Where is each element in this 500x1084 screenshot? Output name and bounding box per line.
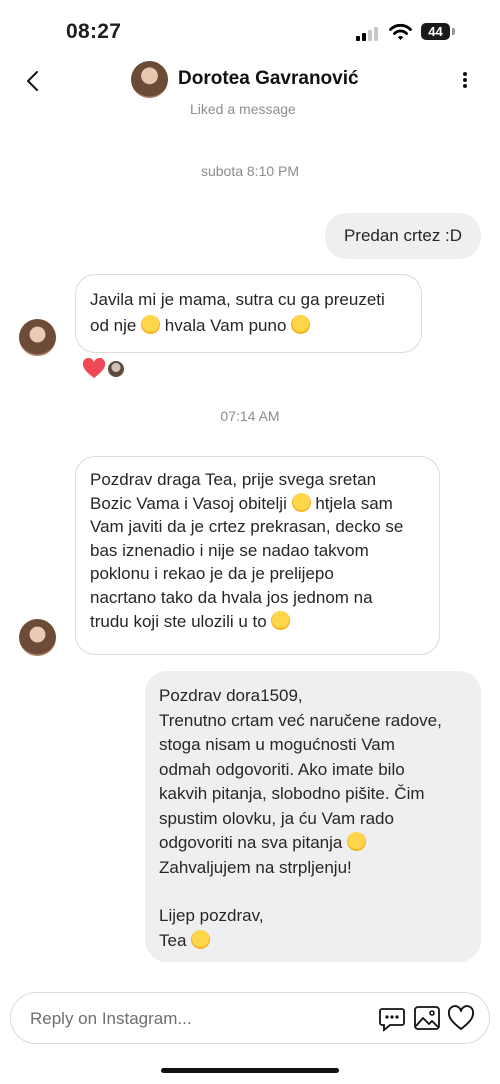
chat-bubble-icon[interactable] [378,1004,406,1032]
activity-subtitle: Liked a message [190,101,296,117]
smiling-face-with-hearts-emoji-icon [191,929,211,949]
message-line: Zahvaljujem na strpljenju! [159,857,352,877]
home-indicator [161,1068,339,1073]
message-line: hvala Vam puno [164,315,287,335]
contact-name[interactable]: Dorotea Gavranović [178,68,359,90]
more-options-icon[interactable] [455,68,475,92]
sender-avatar[interactable] [19,319,56,356]
message-line: kakvih pitanja, slobodno pišite. Čim [159,784,425,803]
message-line: Vam javiti da je crtez prekrasan, decko … [90,517,404,537]
incoming-message[interactable]: Pozdrav draga Tea, prije svega sretan Bo… [75,456,440,655]
message-line: stoga nisam u mogućnosti Vam [159,735,395,754]
message-line: odmah odgovoriti. Ako imate bilo [159,759,405,779]
status-time: 08:27 [66,20,122,43]
hugging-face-emoji-icon [347,832,367,851]
message-line: Bozic Vama i Vasoj obitelji [90,493,287,513]
sender-avatar[interactable] [19,619,56,656]
smiling-face-emoji-icon [271,610,291,630]
message-line: odgovoriti na sva pitanja [159,833,343,852]
battery-tip [452,28,455,35]
message-line: bas iznenadio i nije se nadao takvom [90,540,369,560]
timestamp: 07:14 AM [220,408,280,424]
message-line: Tea [159,930,187,950]
outgoing-message[interactable]: Pozdrav dora1509, Trenutno crtam već nar… [145,671,481,962]
message-line: nacrtano tako da hvala jos jednom na [90,587,373,607]
message-line: Pozdrav dora1509, [159,686,303,705]
message-line: Lijep pozdrav, [159,906,264,925]
wifi-icon [389,23,412,40]
battery-level: 44 [421,23,450,40]
message-line: od nje [90,315,137,335]
message-line: trudu koji ste ulozili u to [90,611,267,631]
heart-icon[interactable] [447,1005,475,1033]
message-line: htjela sam [315,493,393,513]
timestamp: subota 8:10 PM [200,163,300,179]
outgoing-message[interactable]: Predan crtez :D [325,213,481,259]
smiling-face-with-hearts-emoji-icon [291,492,311,512]
cellular-signal-icon [356,26,380,41]
smiling-face-with-hearts-emoji-icon [291,314,311,334]
message-line: Pozdrav draga Tea, prije svega sretan [90,470,377,489]
message-line: Trenutno crtam već naručene radove, [159,710,442,730]
heart-reaction-icon[interactable] [82,358,106,380]
message-line: poklonu i rekao je da je prelijepo [90,564,334,584]
incoming-message[interactable]: Javila mi je mama, sutra cu ga preuzeti … [75,274,422,353]
message-text: Predan crtez :D [343,226,463,245]
reactor-avatar [108,361,124,377]
reply-input[interactable]: Reply on Instagram... [30,1009,192,1029]
gallery-icon[interactable] [413,1004,441,1032]
smiling-face-emoji-icon [141,314,161,334]
message-line: Javila mi je mama, sutra cu ga preuzeti [90,290,385,309]
message-line: spustim olovku, ja ću Vam rado [159,808,394,828]
contact-avatar[interactable] [131,61,168,98]
back-chevron-icon[interactable] [24,70,44,92]
